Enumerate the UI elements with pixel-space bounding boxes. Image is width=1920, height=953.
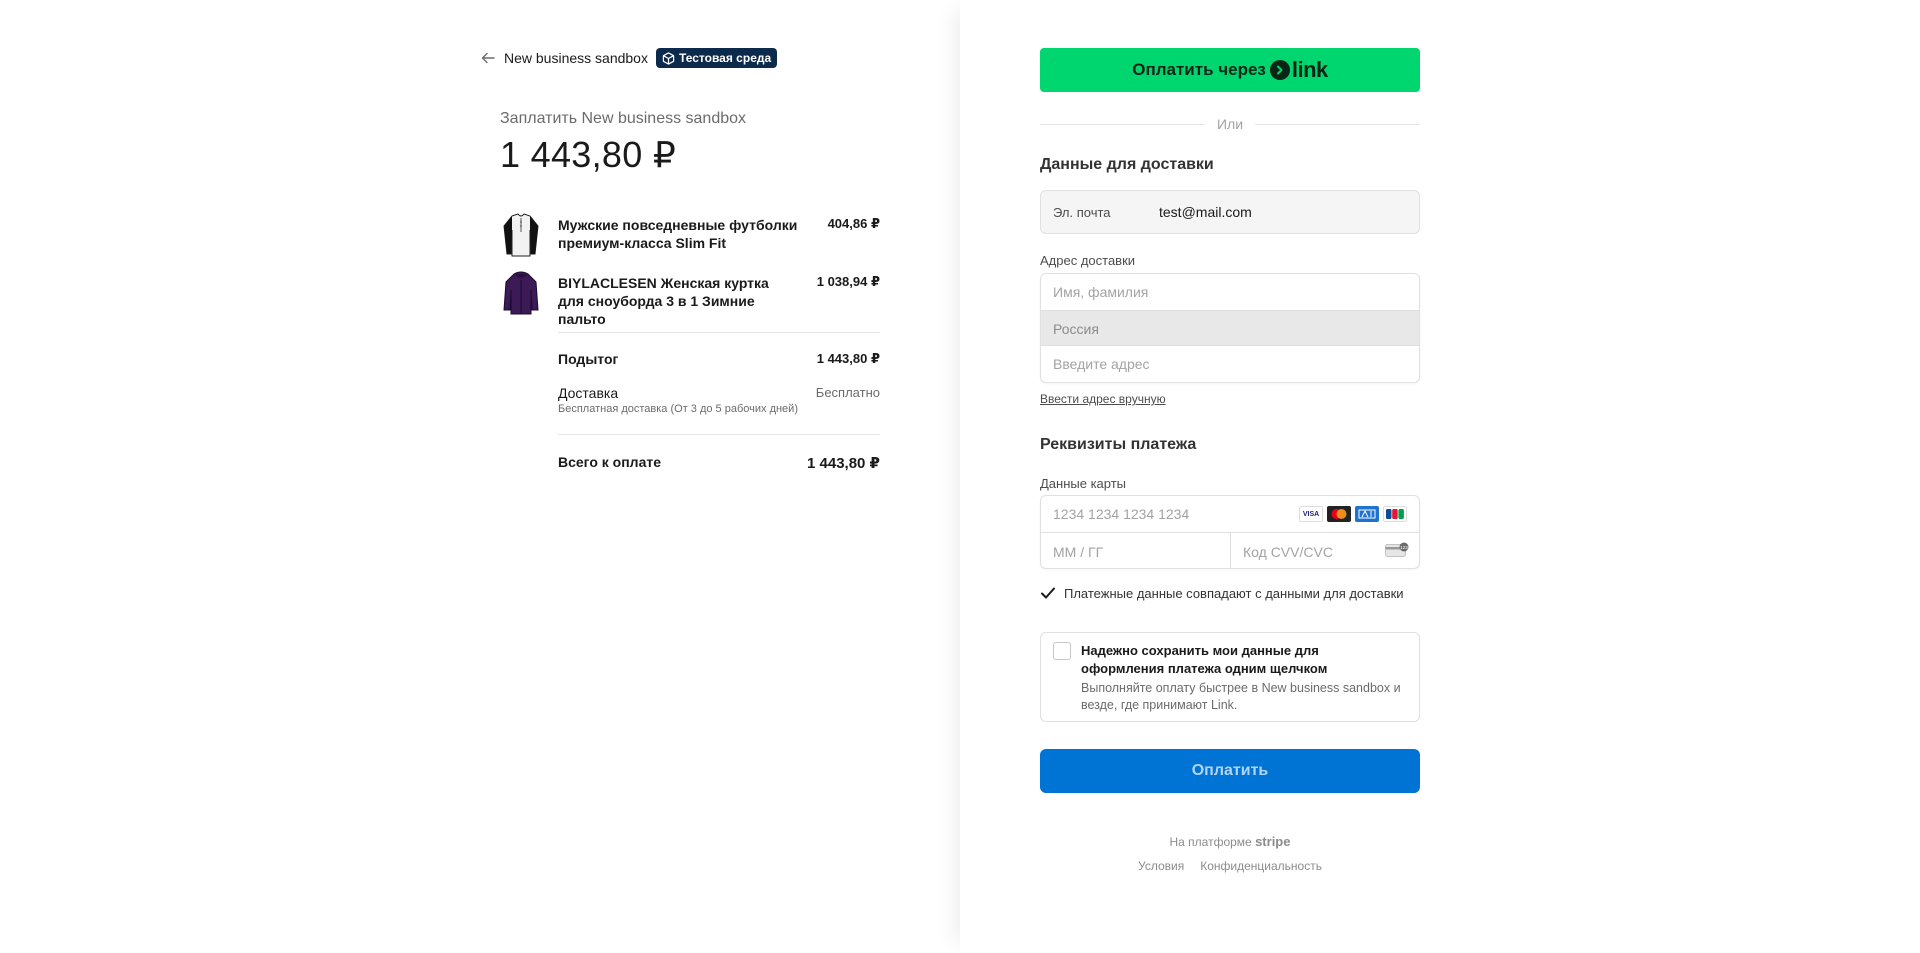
save-info-description: Выполняйте оплату быстрее в New business… (1081, 681, 1401, 712)
back-arrow-icon[interactable] (480, 50, 496, 66)
card-brands: VISA (1299, 506, 1407, 522)
pay-button[interactable]: Оплатить (1040, 749, 1420, 793)
cvc-row: 123 (1231, 533, 1419, 568)
address-input[interactable] (1041, 346, 1419, 382)
or-separator: Или (1040, 116, 1420, 132)
footer-links: Условия Конфиденциальность (1040, 859, 1420, 873)
mastercard-icon (1327, 506, 1351, 522)
line-item-price: 1 038,94 ₽ (816, 274, 880, 289)
total-label: Всего к оплате (558, 454, 661, 470)
visa-icon: VISA (1299, 506, 1323, 522)
card-label: Данные карты (1040, 476, 1127, 491)
save-info-title: Надежно сохранить мои данные для оформле… (1081, 643, 1328, 676)
total-amount: 1 443,80 ₽ (500, 134, 677, 175)
privacy-link[interactable]: Конфиденциальность (1200, 859, 1322, 873)
address-field-row (1041, 346, 1419, 382)
divider (558, 332, 880, 333)
link-arrow-icon (1269, 60, 1290, 80)
pay-to-label: Заплатить New business sandbox (500, 110, 747, 127)
card-fields: VISA 123 (1040, 495, 1420, 569)
payment-section-title: Реквизиты платежа (1040, 436, 1197, 453)
email-value: test@mail.com (1159, 204, 1252, 220)
billing-same-label: Платежные данные совпадают с данными для… (1064, 585, 1404, 601)
country-select[interactable]: Россия (1041, 310, 1419, 346)
cvc-card-icon: 123 (1385, 542, 1409, 558)
link-logo: link (1269, 57, 1328, 83)
subtotal-label: Подытог (558, 351, 619, 367)
expiry-input[interactable] (1041, 533, 1230, 568)
separator-line (1255, 124, 1420, 125)
billing-same-as-shipping[interactable]: Платежные данные совпадают с данными для… (1040, 585, 1404, 601)
box-icon (662, 51, 675, 65)
product-image-tshirt (500, 212, 542, 258)
amex-icon (1355, 506, 1379, 522)
line-item-name: BIYLACLESEN Женская куртка для сноуборда… (558, 275, 769, 327)
line-item-name: Мужские повседневные футболки премиум-кл… (558, 217, 798, 251)
divider (558, 434, 880, 435)
enter-address-manually-link[interactable]: Ввести адрес вручную (1040, 392, 1166, 406)
shipping-value: Бесплатно (815, 385, 880, 400)
link-logo-text: link (1291, 57, 1328, 82)
powered-prefix: На платформе (1169, 835, 1252, 849)
email-label: Эл. почта (1053, 205, 1111, 220)
expiry-row (1041, 533, 1231, 568)
jcb-icon (1383, 506, 1407, 522)
terms-link[interactable]: Условия (1138, 859, 1184, 873)
line-item: BIYLACLESEN Женская куртка для сноуборда… (500, 270, 880, 327)
checkmark-icon[interactable] (1040, 585, 1056, 601)
name-field-row (1041, 274, 1419, 310)
email-field[interactable]: Эл. почта test@mail.com (1040, 190, 1420, 234)
shipping-note: Бесплатная доставка (От 3 до 5 рабочих д… (558, 403, 798, 415)
address-label: Адрес доставки (1040, 253, 1136, 268)
country-value: Россия (1053, 321, 1099, 337)
shipping-label: Доставка (558, 385, 619, 401)
merchant-name[interactable]: New business sandbox (504, 50, 648, 66)
total-value: 1 443,80 ₽ (807, 455, 880, 472)
address-fields: Россия (1040, 273, 1420, 383)
test-badge-label: Тестовая среда (678, 51, 772, 65)
test-mode-badge: Тестовая среда (655, 48, 778, 68)
subtotal-value: 1 443,80 ₽ (816, 351, 880, 366)
merchant-header: New business sandbox Тестовая среда (480, 48, 778, 68)
pay-with-link-button[interactable]: Оплатить через link (1040, 48, 1420, 92)
svg-text:123: 123 (1400, 545, 1408, 550)
powered-by: На платформе stripe (1040, 834, 1420, 849)
link-button-label: Оплатить через (1132, 60, 1266, 79)
line-item: Мужские повседневные футболки премиум-кл… (500, 212, 880, 262)
stripe-logo[interactable]: stripe (1255, 834, 1290, 849)
full-name-input[interactable] (1041, 274, 1419, 310)
save-info-box: Надежно сохранить мои данные для оформле… (1040, 632, 1420, 722)
save-info-checkbox[interactable] (1053, 642, 1071, 660)
card-number-row: VISA (1041, 496, 1419, 533)
line-item-price: 404,86 ₽ (827, 216, 880, 231)
order-summary-panel: New business sandbox Тестовая среда Запл… (0, 0, 960, 953)
product-image-jacket (500, 270, 542, 316)
shipping-section-title: Данные для доставки (1040, 156, 1214, 173)
